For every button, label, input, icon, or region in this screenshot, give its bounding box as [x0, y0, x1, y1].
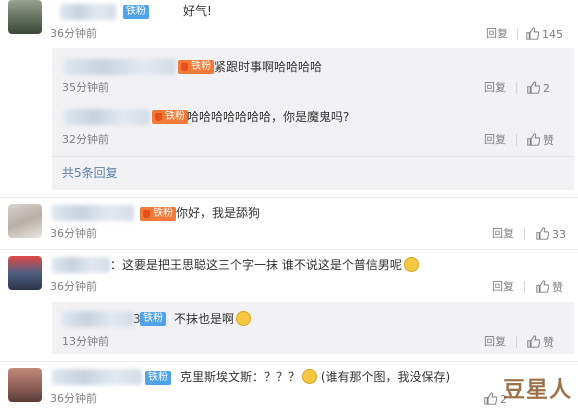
- divider: [517, 28, 518, 40]
- username-redacted[interactable]: [52, 257, 110, 273]
- divider: [524, 228, 525, 240]
- comment-2: 铁粉 你好，我是舔狗 36分钟前 回复 33: [0, 200, 578, 252]
- like-button[interactable]: 赞: [527, 133, 554, 148]
- comment-time: 36分钟前: [50, 27, 97, 40]
- username-redacted[interactable]: [64, 59, 176, 75]
- comment-text: 克里斯埃文斯：？？？ (谁有那个图，我没保存): [180, 369, 450, 385]
- divider-line: [0, 361, 578, 362]
- comment-4: 铁粉 克里斯埃文斯：？？？ (谁有那个图，我没保存) 36分钟前 2: [0, 364, 578, 408]
- fan-badge: 铁粉: [123, 5, 149, 19]
- fan-badge: 铁粉: [178, 60, 214, 74]
- username-redacted[interactable]: [60, 4, 116, 20]
- like-count: 145: [542, 28, 563, 41]
- comment-time: 36分钟前: [50, 280, 97, 293]
- avatar[interactable]: [8, 204, 42, 238]
- reply-button[interactable]: 回复: [492, 227, 514, 241]
- fan-badge: 铁粉: [152, 110, 188, 124]
- like-button[interactable]: 2: [527, 81, 550, 96]
- username-redacted[interactable]: [64, 109, 150, 125]
- reply-text: 紧跟时事啊哈哈哈哈: [214, 60, 323, 74]
- fan-badge: 铁粉: [140, 312, 166, 326]
- like-count: 赞: [552, 281, 563, 294]
- like-count: 赞: [543, 134, 554, 147]
- reply-button[interactable]: 回复: [492, 280, 514, 294]
- watermark: 豆星人: [502, 378, 572, 403]
- like-button[interactable]: 33: [536, 227, 566, 242]
- thumbs-up-icon: [536, 280, 550, 293]
- divider: [516, 336, 517, 348]
- username-redacted[interactable]: [52, 205, 134, 221]
- divider: [516, 134, 517, 146]
- thumbs-up-icon: [536, 227, 550, 240]
- comment-text-extra: (谁有那个图，我没保存): [320, 370, 451, 384]
- reply-button[interactable]: 回复: [484, 335, 506, 349]
- comment-text: 好气!: [183, 4, 212, 18]
- divider-line: [52, 156, 574, 157]
- comment-time: 36分钟前: [50, 392, 97, 405]
- like-button[interactable]: 145: [526, 27, 563, 42]
- cat-emoji-icon: [236, 311, 252, 326]
- comment-text-content: 克里斯埃文斯：？？？: [180, 370, 301, 384]
- reply-time: 32分钟前: [62, 133, 109, 146]
- comment-1: 铁粉 好气! 36分钟前 回复 145: [0, 0, 578, 48]
- thumbs-up-icon: [527, 335, 541, 348]
- comment-3: ：这要是把王思聪这三个字一抹 谁不说这是个普信男呢 36分钟前 回复 赞: [0, 252, 578, 304]
- fan-badge: 铁粉: [145, 371, 171, 385]
- thumbs-up-icon: [527, 133, 541, 146]
- username-redacted[interactable]: [62, 311, 134, 327]
- like-count: 赞: [543, 336, 554, 349]
- divider: [516, 82, 517, 94]
- thumbs-up-icon: [526, 27, 540, 40]
- avatar[interactable]: [8, 0, 42, 34]
- avatar[interactable]: [8, 256, 42, 290]
- reply-thread: 3 铁粉 不抹也是啊 13分钟前 回复 赞: [52, 302, 574, 354]
- reply-time: 35分钟前: [62, 81, 109, 94]
- reply-time: 13分钟前: [62, 335, 109, 348]
- fan-badge: 铁粉: [140, 207, 176, 221]
- divider-line: [0, 197, 578, 198]
- reply-text-content: 不抹也是啊: [174, 312, 235, 326]
- reply-thread: 铁粉 紧跟时事啊哈哈哈哈 35分钟前 回复 2 铁粉 哈哈哈哈哈哈哈，你是魔鬼吗…: [52, 48, 574, 190]
- cat-emoji-icon: [302, 369, 318, 384]
- like-button[interactable]: 赞: [527, 335, 554, 350]
- comment-text: 你好，我是舔狗: [176, 206, 261, 220]
- divider-line: [0, 249, 578, 250]
- divider: [524, 281, 525, 293]
- like-count: 33: [552, 228, 566, 241]
- reply-button[interactable]: 回复: [484, 81, 506, 95]
- view-more-replies[interactable]: 共5条回复: [62, 165, 118, 181]
- like-count: 2: [543, 82, 550, 95]
- thumbs-up-icon: [484, 392, 498, 405]
- username-redacted[interactable]: [52, 369, 142, 385]
- reply-button[interactable]: 回复: [484, 133, 506, 147]
- comment-text-content: ：这要是把王思聪这三个字一抹 谁不说这是个普信男呢: [110, 258, 402, 272]
- comment-time: 36分钟前: [50, 227, 97, 240]
- emoji-icon: [403, 257, 419, 272]
- reply-button[interactable]: 回复: [486, 27, 508, 41]
- reply-text: 哈哈哈哈哈哈哈，你是魔鬼吗?: [187, 110, 350, 124]
- thumbs-up-icon: [527, 81, 541, 94]
- avatar[interactable]: [8, 368, 42, 402]
- like-button[interactable]: 赞: [536, 280, 563, 295]
- comment-text: ：这要是把王思聪这三个字一抹 谁不说这是个普信男呢: [110, 257, 419, 273]
- reply-text: 不抹也是啊: [174, 311, 252, 327]
